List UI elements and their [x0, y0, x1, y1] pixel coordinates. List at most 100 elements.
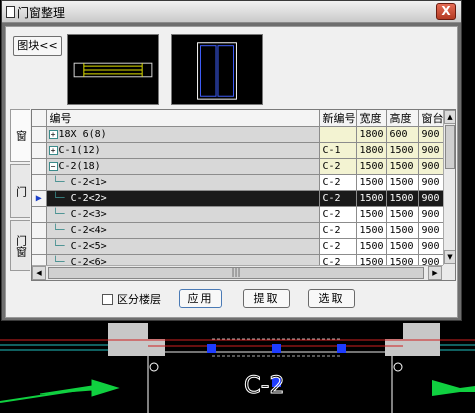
cell-height[interactable]: 600 — [386, 126, 419, 143]
dialog-body: 图块<< 窗 门 门窗 编号 新编号 宽度 高度 窗台 + 18X 6(8) 1… — [5, 26, 458, 318]
cell-width[interactable]: 1500 — [356, 206, 387, 223]
cell-id-text: C-2<4> — [70, 225, 107, 236]
row-indicator[interactable] — [32, 238, 47, 255]
cell-width[interactable]: 1800 — [356, 142, 387, 159]
cell-id[interactable]: └─ C-2<5> — [46, 238, 320, 255]
cell-id[interactable]: └─ C-2<3> — [46, 206, 320, 223]
horizontal-scroll-thumb[interactable]: ||| — [48, 267, 424, 279]
distinguish-floors-checkbox[interactable]: 区分楼层 — [102, 291, 161, 307]
cell-id-text: C-1(12) — [58, 145, 101, 156]
close-button[interactable]: X — [436, 3, 456, 20]
expand-icon[interactable]: + — [48, 129, 58, 139]
cell-width[interactable]: 1800 — [356, 126, 387, 143]
cell-height[interactable]: 1500 — [386, 158, 419, 175]
row-indicator[interactable] — [32, 174, 47, 191]
resize-grip-icon[interactable] — [443, 265, 455, 280]
tree-branch-icon: └─ — [52, 241, 71, 252]
cad-window-label: C-2 — [244, 371, 285, 399]
cell-height[interactable]: 1500 — [386, 222, 419, 239]
door-window-grid: 编号 新编号 宽度 高度 窗台 +18X 6(8) 1800 600 900 + C-1(… — [31, 109, 456, 281]
cell-new-id[interactable] — [319, 126, 357, 143]
cell-new-id[interactable]: C-1 — [319, 142, 357, 159]
title-bar[interactable]: 门窗整理 X — [2, 1, 461, 23]
cell-width[interactable]: 1500 — [356, 174, 387, 191]
cell-id[interactable]: + C-1(12) — [46, 142, 320, 159]
scroll-right-arrow-icon[interactable]: ▶ — [428, 266, 442, 280]
cell-width[interactable]: 1500 — [356, 190, 387, 207]
header-sill[interactable]: 窗台 — [418, 110, 445, 127]
cell-new-id[interactable]: C-2 — [319, 174, 357, 191]
table-row[interactable]: └─ C-2<3> C-2 1500 1500 900 — [32, 206, 445, 223]
table-row[interactable]: └─ C-2<4> C-2 1500 1500 900 — [32, 222, 445, 239]
vertical-scroll-thumb[interactable] — [445, 125, 455, 169]
cell-sill[interactable]: 900 — [418, 190, 445, 207]
cell-sill[interactable]: 900 — [418, 174, 445, 191]
preview-elev-outer — [197, 42, 237, 100]
header-height[interactable]: 高度 — [386, 110, 419, 127]
table-row[interactable]: └─ C-2<1> C-2 1500 1500 900 — [32, 174, 445, 191]
cell-id[interactable]: └─ C-2<2> — [46, 190, 320, 207]
tab-window[interactable]: 窗 — [10, 109, 30, 162]
horizontal-scrollbar[interactable]: ◀ ||| ▶ — [32, 265, 443, 280]
cell-new-id[interactable]: C-2 — [319, 158, 357, 175]
cell-sill[interactable]: 900 — [418, 238, 445, 255]
row-indicator[interactable] — [32, 126, 47, 143]
cell-width[interactable]: 1500 — [356, 158, 387, 175]
cell-height[interactable]: 1500 — [386, 174, 419, 191]
dialog-title: 门窗整理 — [17, 6, 66, 20]
cell-new-id[interactable]: C-2 — [319, 222, 357, 239]
cell-width[interactable]: 1500 — [356, 238, 387, 255]
apply-button[interactable]: 应用 — [179, 289, 222, 308]
row-indicator[interactable] — [32, 206, 47, 223]
cell-width[interactable]: 1500 — [356, 222, 387, 239]
row-indicator[interactable] — [32, 222, 47, 239]
cell-new-id[interactable]: C-2 — [319, 206, 357, 223]
table-row[interactable]: +18X 6(8) 1800 600 900 — [32, 126, 445, 143]
tab-door-window[interactable]: 门窗 — [10, 220, 30, 271]
header-id[interactable]: 编号 — [46, 110, 320, 127]
select-button[interactable]: 选取 — [308, 289, 355, 308]
expand-icon[interactable]: + — [48, 145, 58, 155]
collapse-icon[interactable]: − — [48, 161, 58, 171]
cell-id[interactable]: └─ C-2<1> — [46, 174, 320, 191]
extract-button[interactable]: 提取 — [243, 289, 290, 308]
cell-id-text: C-2<2> — [70, 193, 107, 204]
cad-arrow-right — [432, 380, 475, 396]
cell-height[interactable]: 1500 — [386, 190, 419, 207]
header-indicator — [32, 110, 47, 127]
row-indicator[interactable] — [32, 142, 47, 159]
cell-sill[interactable]: 900 — [418, 206, 445, 223]
table-row[interactable]: + C-1(12) C-1 1800 1500 900 — [32, 142, 445, 159]
block-toggle-button[interactable]: 图块<< — [13, 36, 62, 56]
cell-id-text: C-2<5> — [70, 241, 107, 252]
cell-sill[interactable]: 900 — [418, 126, 445, 143]
scroll-up-arrow-icon[interactable]: ▲ — [444, 110, 455, 124]
tab-door[interactable]: 门 — [10, 164, 30, 218]
table-row[interactable]: └─ C-2<5> C-2 1500 1500 900 — [32, 238, 445, 255]
cell-id[interactable]: └─ C-2<4> — [46, 222, 320, 239]
tree-branch-icon: └─ — [52, 209, 71, 220]
cell-sill[interactable]: 900 — [418, 222, 445, 239]
current-row-indicator-icon[interactable]: ▶ — [32, 190, 47, 207]
cell-height[interactable]: 1500 — [386, 142, 419, 159]
cell-height[interactable]: 1500 — [386, 238, 419, 255]
header-new-id[interactable]: 新编号 — [319, 110, 357, 127]
cell-sill[interactable]: 900 — [418, 142, 445, 159]
scroll-down-arrow-icon[interactable]: ▼ — [444, 250, 455, 264]
window-icon — [6, 6, 15, 18]
cell-height[interactable]: 1500 — [386, 206, 419, 223]
cell-id[interactable]: − C-2(18) — [46, 158, 320, 175]
checkbox-box[interactable] — [102, 293, 113, 305]
cell-new-id[interactable]: C-2 — [319, 190, 357, 207]
cad-grip — [337, 344, 346, 353]
header-width[interactable]: 宽度 — [356, 110, 387, 127]
scroll-left-arrow-icon[interactable]: ◀ — [32, 266, 46, 280]
cell-id[interactable]: +18X 6(8) — [46, 126, 320, 143]
table-row[interactable]: ▶ └─ C-2<2> C-2 1500 1500 900 — [32, 190, 445, 207]
table-row[interactable]: − C-2(18) C-2 1500 1500 900 — [32, 158, 445, 175]
cell-sill[interactable]: 900 — [418, 158, 445, 175]
vertical-scrollbar[interactable]: ▲ ▼ — [443, 110, 455, 265]
row-indicator[interactable] — [32, 158, 47, 175]
cell-new-id[interactable]: C-2 — [319, 238, 357, 255]
cell-id-text: C-2<1> — [70, 177, 107, 188]
